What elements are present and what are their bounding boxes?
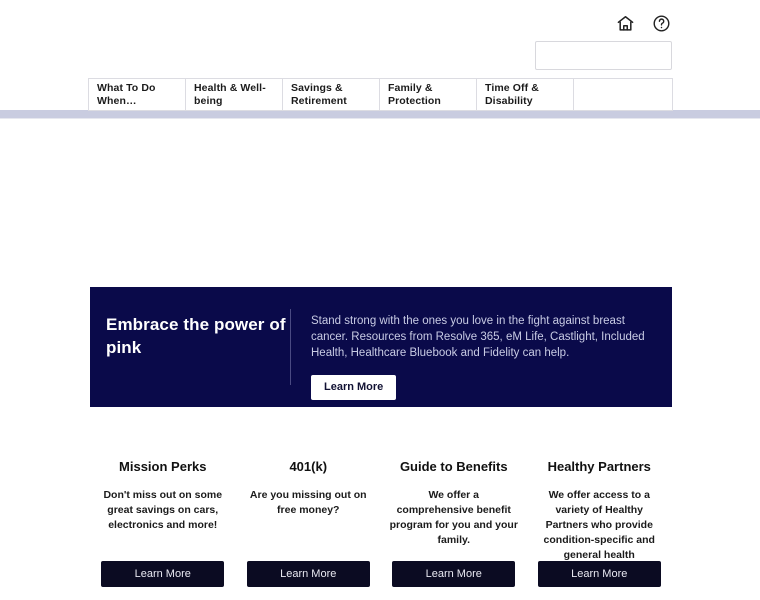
card-title: Guide to Benefits <box>399 459 508 474</box>
card-button-cell: Learn More <box>236 561 382 587</box>
hero-body-area: Stand strong with the ones you love in t… <box>291 287 672 407</box>
card-title: 401(k) <box>289 459 328 474</box>
promo-card-button-row: Learn More Learn More Learn More Learn M… <box>90 561 672 587</box>
card-button-cell: Learn More <box>90 561 236 587</box>
nav-tab-label: What To Do When… <box>97 82 156 107</box>
nav-accent-bar <box>0 110 760 118</box>
promo-card: Mission Perks Don't miss out on some gre… <box>90 450 236 578</box>
nav-tab-label: Time Off & Disability <box>485 82 539 107</box>
nav-tab-health-wellbeing[interactable]: Health & Well-being <box>185 78 282 111</box>
home-icon[interactable] <box>614 12 636 34</box>
hero-title: Embrace the power of pink <box>106 315 286 357</box>
card-description: Don't miss out on some great savings on … <box>103 489 223 531</box>
nav-tab-label: Savings & Retirement <box>291 82 347 107</box>
primary-navigation: What To Do When… Health & Well-being Sav… <box>88 78 673 111</box>
nav-tab-what-to-do-when[interactable]: What To Do When… <box>88 78 185 111</box>
card-button-cell: Learn More <box>381 561 527 587</box>
page-header <box>0 0 760 78</box>
nav-tab-savings-retirement[interactable]: Savings & Retirement <box>282 78 379 111</box>
promo-card: Healthy Partners We offer access to a va… <box>527 450 673 578</box>
card-description: Are you missing out on free money? <box>249 489 367 516</box>
promo-card-row: Mission Perks Don't miss out on some gre… <box>90 450 672 578</box>
promo-card: 401(k) Are you missing out on free money… <box>236 450 382 578</box>
nav-tab-label: Family & Protection <box>388 82 441 107</box>
nav-tab-label: Health & Well-being <box>194 82 266 107</box>
header-icon-group <box>614 12 672 34</box>
card-learn-more-button[interactable]: Learn More <box>246 561 370 587</box>
card-learn-more-button[interactable]: Learn More <box>392 561 516 587</box>
card-learn-more-button[interactable]: Learn More <box>101 561 225 587</box>
nav-tab-family-protection[interactable]: Family & Protection <box>379 78 476 111</box>
card-title: Healthy Partners <box>547 459 651 474</box>
empty-content-region <box>0 119 760 286</box>
promo-card: Guide to Benefits We offer a comprehensi… <box>381 450 527 578</box>
card-title: Mission Perks <box>119 459 207 474</box>
hero-banner: Embrace the power of pink Stand strong w… <box>90 287 672 407</box>
hero-description: Stand strong with the ones you love in t… <box>311 315 645 359</box>
card-button-cell: Learn More <box>527 561 673 587</box>
search-input[interactable] <box>535 41 672 70</box>
hero-headline-area: Embrace the power of pink <box>90 287 290 407</box>
hero-learn-more-button[interactable]: Learn More <box>311 375 397 400</box>
help-circle-icon[interactable] <box>650 12 672 34</box>
nav-tab-time-off-disability[interactable]: Time Off & Disability <box>476 78 573 111</box>
card-description: We offer a comprehensive benefit program… <box>389 489 518 546</box>
search-container <box>535 41 672 70</box>
nav-tab-empty <box>573 78 673 111</box>
card-learn-more-button[interactable]: Learn More <box>537 561 661 587</box>
